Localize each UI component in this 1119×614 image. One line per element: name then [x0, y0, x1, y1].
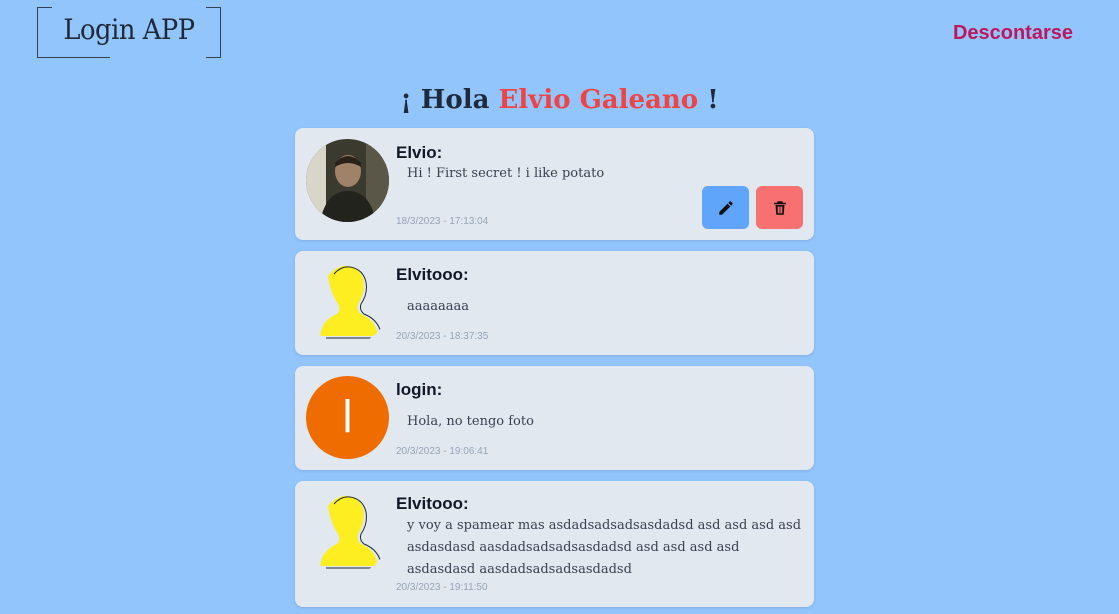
post-message: aaaaaaaa: [407, 299, 470, 314]
edit-button[interactable]: [702, 186, 749, 229]
logo-text: Login APP: [63, 13, 195, 46]
avatar: l: [306, 376, 389, 459]
post-card: Elvio: Hi ! First secret ! i like potato…: [295, 128, 814, 240]
logout-button[interactable]: Descontarse: [953, 22, 1073, 45]
user-name: Elvio Galeano: [498, 85, 699, 115]
greeting-prefix: ¡ Hola: [400, 85, 490, 115]
post-timestamp: 20/3/2023 - 19:11:50: [396, 582, 488, 593]
avatar: [306, 262, 389, 345]
post-author: Elvitooo:: [396, 265, 469, 284]
post-author: login:: [396, 380, 443, 399]
letter-avatar: l: [306, 376, 389, 459]
pencil-icon: [718, 200, 733, 215]
trash-icon: [773, 200, 786, 215]
user-photo: [306, 139, 389, 222]
avatar: [306, 139, 389, 222]
greeting-suffix: !: [707, 85, 719, 115]
post-card: Elvitooo: aaaaaaaa 20/3/2023 - 18:37:35: [295, 251, 814, 355]
delete-button[interactable]: [756, 186, 803, 229]
avatar: [306, 492, 389, 575]
post-author: Elvitooo:: [396, 494, 469, 513]
post-timestamp: 18/3/2023 - 17:13:04: [396, 216, 489, 227]
post-message: y voy a spamear mas asdadsadsadsasdadsd …: [407, 518, 802, 577]
post-timestamp: 20/3/2023 - 19:06:41: [396, 446, 489, 457]
default-user-icon: [320, 266, 383, 339]
post-card: Elvitooo: y voy a spamear mas asdadsadsa…: [295, 481, 814, 607]
default-user-icon: [320, 496, 383, 569]
post-author: Elvio:: [396, 143, 443, 162]
post-timestamp: 20/3/2023 - 18:37:35: [396, 331, 489, 342]
post-message: Hi ! First secret ! i like potato: [407, 166, 605, 181]
post-message: Hola, no tengo foto: [407, 414, 534, 429]
greeting-heading: ¡ Hola Elvio Galeano !: [0, 85, 1119, 115]
app-logo[interactable]: Login APP: [37, 7, 221, 58]
post-card: l login: Hola, no tengo foto 20/3/2023 -…: [295, 366, 814, 470]
